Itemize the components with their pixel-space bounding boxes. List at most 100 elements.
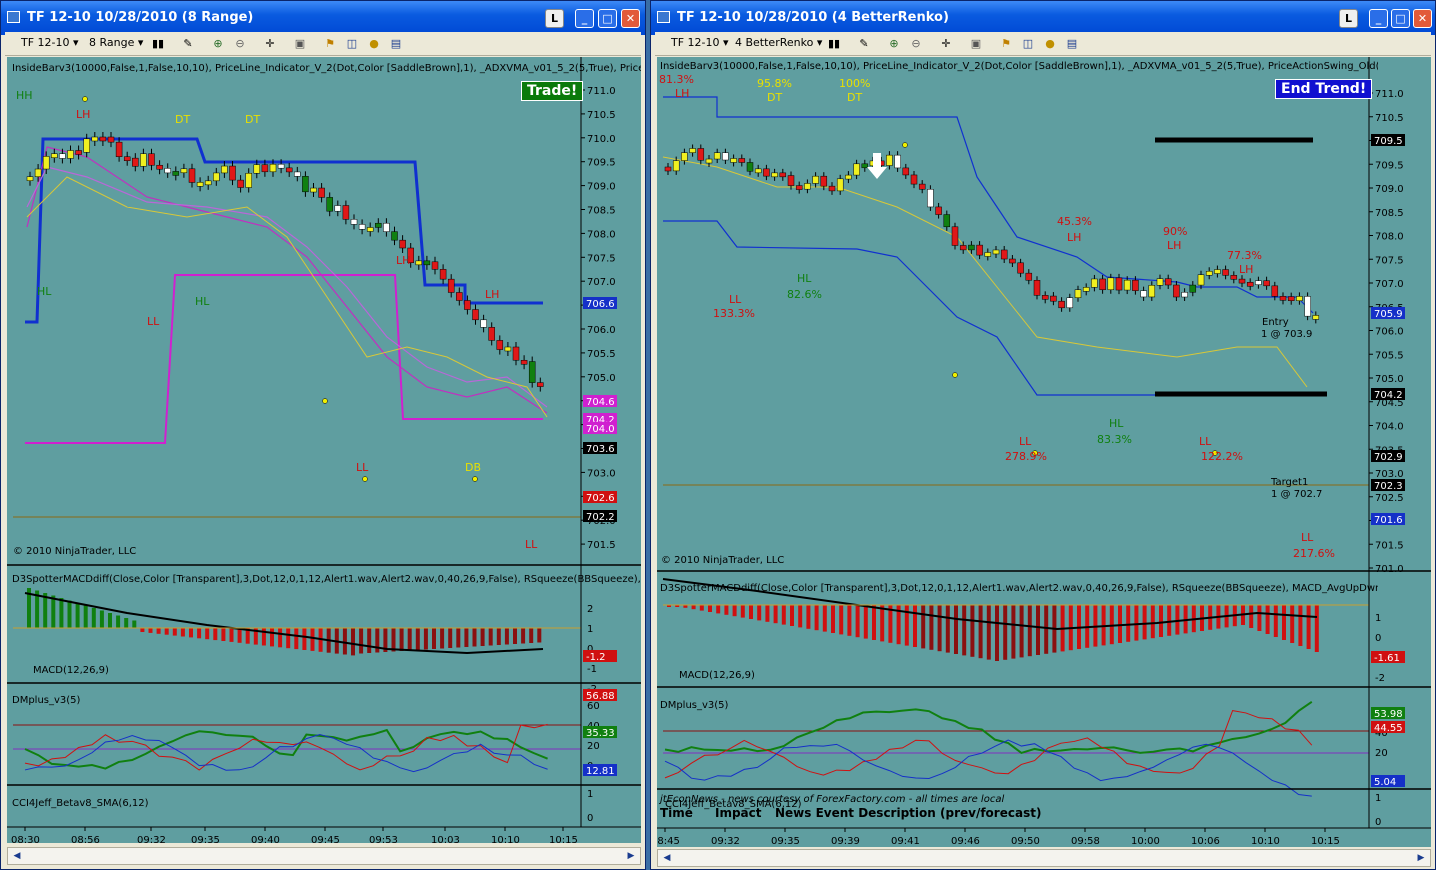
candle [689, 148, 696, 153]
snapshot-icon[interactable]: ▣ [969, 37, 983, 50]
horizontal-scrollbar[interactable]: ◀ ▶ [657, 849, 1431, 867]
price-tick-label: 705.5 [1375, 350, 1404, 361]
candle [350, 219, 358, 225]
candle [472, 309, 479, 321]
chart-panel[interactable]: 711.0710.5710.0709.5709.0708.5708.0707.5… [657, 57, 1431, 847]
chart-window-left[interactable]: TF 12-10 10/28/2010 (8 Range) L _ □ ✕ TF… [0, 0, 646, 870]
candle [1074, 289, 1082, 298]
scroll-right-icon[interactable]: ▶ [624, 849, 638, 863]
title-bar[interactable]: TF 12-10 10/28/2010 (4 BetterRenko) L _ … [651, 1, 1435, 35]
candle [1107, 277, 1115, 291]
candle [496, 340, 504, 350]
time-tick-label: 09:53 [369, 835, 398, 843]
candle [1123, 279, 1131, 291]
candle [229, 165, 236, 181]
maximize-button[interactable]: □ [598, 9, 617, 28]
macd-bar [51, 595, 56, 628]
indicator-list: InsideBarv3(10000,False,1,False,10,10), … [12, 63, 641, 74]
swing-annotation: LH [675, 87, 689, 100]
macd-bar [359, 628, 364, 654]
bar-type-icon[interactable]: ▮▮ [151, 37, 165, 50]
candle [836, 178, 844, 192]
macd-bar [407, 628, 412, 651]
candle [285, 167, 293, 173]
scroll-left-icon[interactable]: ◀ [10, 849, 24, 863]
swing-annotation: 77.3% [1227, 249, 1262, 262]
instrument-selector[interactable]: TF 12-10 ▾ [21, 36, 79, 52]
strategy-icon[interactable]: ⚑ [323, 37, 337, 50]
price-tick-label: 703.0 [1375, 469, 1404, 480]
title-bar[interactable]: TF 12-10 10/28/2010 (8 Range) L _ □ ✕ [1, 1, 645, 35]
target-label: Target1 [1271, 477, 1309, 488]
candle [42, 156, 50, 170]
horizontal-scrollbar[interactable]: ◀ ▶ [7, 847, 641, 865]
crosshair-icon[interactable]: ✛ [263, 37, 277, 50]
candle [447, 278, 455, 293]
indicators-icon[interactable]: ◫ [1021, 37, 1035, 50]
macd-bar [831, 605, 835, 633]
swing-annotation: LH [76, 108, 90, 121]
macd-bar [229, 628, 234, 642]
data-box-icon[interactable]: ● [367, 37, 381, 50]
maximize-button[interactable]: □ [1391, 9, 1410, 28]
candle [812, 175, 819, 184]
macd-bar [1290, 605, 1295, 643]
macd-bar [213, 628, 218, 641]
period-selector[interactable]: 8 Range ▾ [89, 36, 143, 52]
zoom-out-icon[interactable]: ⊖ [909, 37, 923, 50]
macd-bar [954, 605, 958, 654]
moving-average-fast [26, 176, 548, 418]
candle [75, 150, 82, 155]
drawing-tool-icon[interactable]: ✎ [857, 37, 871, 50]
time-tick-label: 09:35 [191, 835, 220, 843]
close-button[interactable]: ✕ [1413, 9, 1432, 28]
candle [1115, 277, 1123, 291]
link-button[interactable]: L [545, 9, 564, 28]
instrument-selector[interactable]: TF 12-10 ▾ [671, 36, 729, 52]
macd-bar [978, 605, 983, 659]
zoom-out-icon[interactable]: ⊖ [233, 37, 247, 50]
swing-annotation: LL [1199, 435, 1212, 448]
chart-panel[interactable]: 711.0710.5710.0709.5709.0708.5708.0707.5… [7, 57, 641, 843]
candle [464, 300, 471, 310]
macd-bar [270, 628, 274, 647]
zoom-in-icon[interactable]: ⊕ [887, 37, 901, 50]
data-box-icon[interactable]: ● [1043, 37, 1057, 50]
macd-bar [351, 628, 355, 656]
macd-bar [91, 608, 96, 628]
properties-icon[interactable]: ▤ [1065, 37, 1079, 50]
swing-annotation: 81.3% [659, 73, 694, 86]
close-button[interactable]: ✕ [621, 9, 640, 28]
price-tick-label: 707.5 [587, 253, 616, 264]
indicators-icon[interactable]: ◫ [345, 37, 359, 50]
macd-bar [699, 605, 704, 611]
minimize-button[interactable]: _ [575, 9, 594, 28]
macd-bar [757, 605, 762, 621]
scroll-left-icon[interactable]: ◀ [660, 851, 674, 865]
drawing-tool-icon[interactable]: ✎ [181, 37, 195, 50]
swing-annotation: LL [1019, 435, 1032, 448]
chart-canvas: 711.0710.5710.0709.5709.0708.5708.0707.5… [657, 57, 1431, 847]
properties-icon[interactable]: ▤ [389, 37, 403, 50]
moving-average [26, 146, 548, 414]
strategy-icon[interactable]: ⚑ [999, 37, 1013, 50]
candle [820, 175, 828, 187]
crosshair-icon[interactable]: ✛ [939, 37, 953, 50]
bar-type-icon[interactable]: ▮▮ [827, 37, 841, 50]
candle [1132, 279, 1139, 291]
macd-bar [872, 605, 876, 640]
macd-bar [1167, 605, 1172, 636]
snapshot-icon[interactable]: ▣ [293, 37, 307, 50]
period-selector[interactable]: 4 BetterRenko ▾ [735, 36, 822, 52]
dm-value: 56.88 [586, 691, 615, 702]
dmplus-label: DMplus_v3(5) [660, 700, 729, 711]
candle [107, 136, 115, 143]
candle [1214, 269, 1221, 274]
zoom-in-icon[interactable]: ⊕ [211, 37, 225, 50]
macd-bar [962, 605, 967, 656]
price-label: 702.2 [586, 512, 615, 523]
scroll-right-icon[interactable]: ▶ [1414, 851, 1428, 865]
minimize-button[interactable]: _ [1369, 9, 1388, 28]
link-button[interactable]: L [1339, 9, 1358, 28]
chart-window-right[interactable]: TF 12-10 10/28/2010 (4 BetterRenko) L _ … [650, 0, 1436, 870]
